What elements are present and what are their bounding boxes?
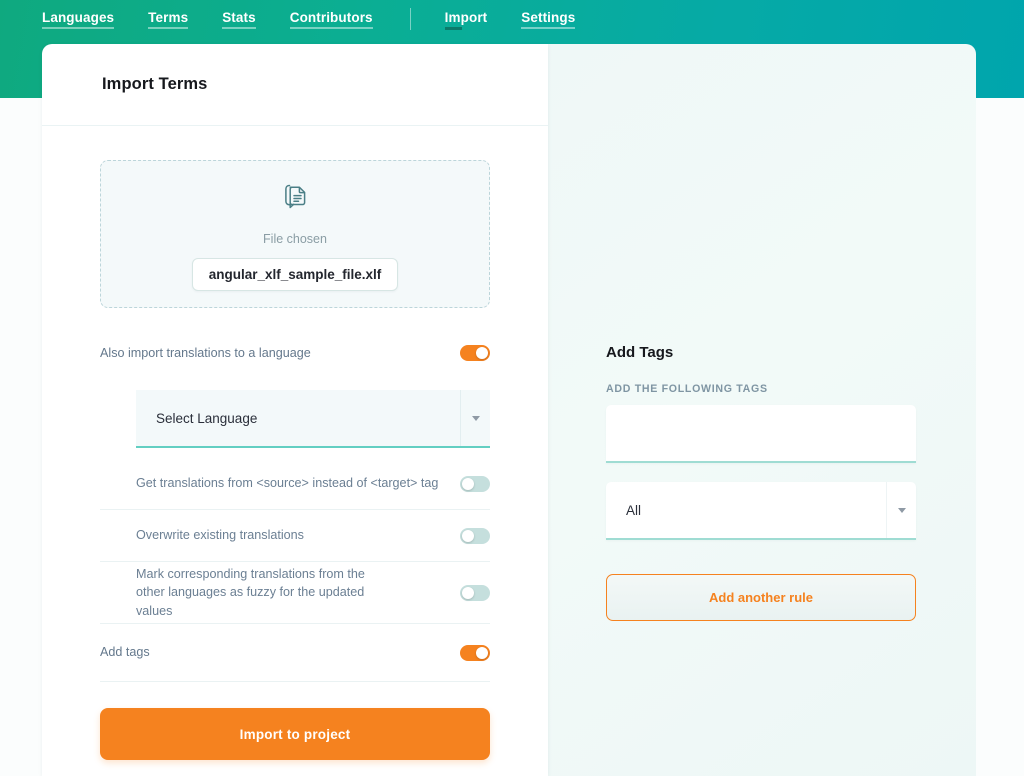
language-select-value: Select Language	[156, 410, 258, 426]
add-another-rule-button[interactable]: Add another rule	[606, 574, 916, 621]
main-navigation: Languages Terms Stats Contributors Impor…	[0, 0, 609, 38]
nav-item-terms[interactable]: Terms	[148, 9, 189, 29]
nav-divider	[409, 8, 411, 30]
add-tags-panel: Add Tags ADD THE FOLLOWING TAGS All Add …	[548, 44, 976, 776]
document-comment-icon	[276, 178, 314, 221]
option-label: Mark corresponding translations from the…	[136, 567, 365, 618]
option-label: Also import translations to a language	[100, 345, 311, 360]
toggle-fuzzy[interactable]	[460, 584, 490, 601]
option-label: Get translations from <source> instead o…	[136, 476, 439, 491]
import-to-project-button[interactable]: Import to project	[100, 708, 490, 760]
option-label: Add tags	[100, 645, 150, 660]
nav-item-contributors[interactable]: Contributors	[289, 9, 373, 29]
nav-label: Contributors	[289, 9, 373, 25]
tags-field-label: ADD THE FOLLOWING TAGS	[606, 383, 768, 395]
option-row-source-tag: Get translations from <source> instead o…	[100, 458, 490, 510]
dropzone-status-label: File chosen	[263, 231, 327, 246]
card-header: Import Terms	[42, 44, 548, 126]
nav-label: Stats	[222, 9, 256, 25]
chevron-down-icon	[886, 482, 916, 538]
nav-label: Settings	[521, 9, 576, 25]
toggle-add-tags[interactable]	[460, 644, 490, 661]
option-row-overwrite: Overwrite existing translations	[100, 510, 490, 562]
panel-title: Add Tags	[606, 344, 674, 361]
option-row-fuzzy: Mark corresponding translations from the…	[100, 562, 490, 624]
nav-item-languages[interactable]: Languages	[42, 9, 115, 29]
chosen-file-chip[interactable]: angular_xlf_sample_file.xlf	[191, 257, 399, 291]
rule-scope-select[interactable]: All	[606, 482, 916, 540]
nav-label: Import	[444, 9, 488, 25]
app-root: Languages Terms Stats Contributors Impor…	[0, 0, 1024, 776]
nav-item-settings[interactable]: Settings	[521, 9, 576, 29]
option-row-import-translations: Also import translations to a language	[100, 330, 490, 376]
nav-label: Languages	[42, 9, 115, 25]
nav-item-stats[interactable]: Stats	[222, 10, 256, 29]
option-row-add-tags: Add tags	[100, 624, 490, 682]
page-title: Import Terms	[102, 75, 208, 93]
rule-scope-value: All	[626, 502, 642, 518]
nav-item-import[interactable]: Import	[444, 9, 488, 30]
toggle-overwrite[interactable]	[460, 527, 490, 544]
toggle-import-translations[interactable]	[460, 345, 490, 361]
toggle-source-tag[interactable]	[460, 475, 490, 492]
tags-input[interactable]	[606, 405, 916, 463]
language-select[interactable]: Select Language	[136, 390, 490, 448]
option-label: Overwrite existing translations	[136, 528, 304, 543]
nav-label: Terms	[148, 9, 189, 25]
import-terms-card: Import Terms File chosen angular_xlf_sam…	[42, 44, 548, 776]
file-dropzone[interactable]: File chosen angular_xlf_sample_file.xlf	[100, 160, 490, 308]
chevron-down-icon	[460, 390, 490, 446]
